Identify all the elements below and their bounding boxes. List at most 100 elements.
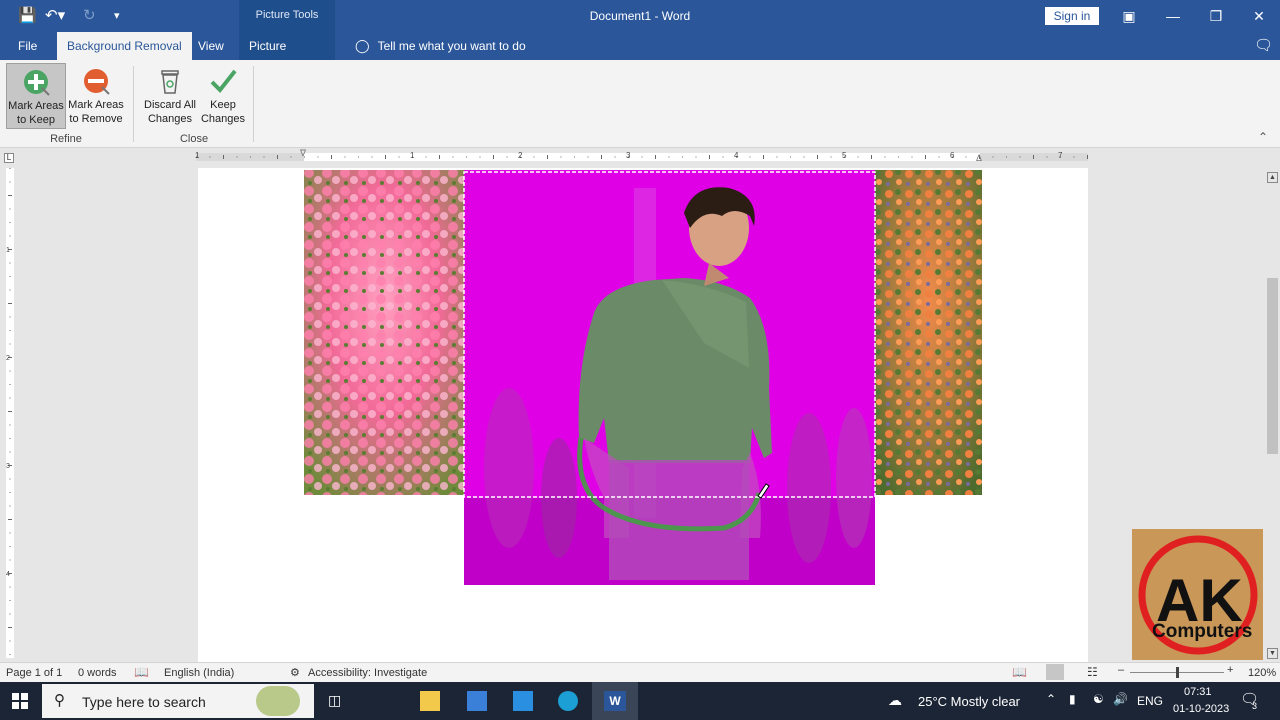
store-icon[interactable]: [467, 691, 487, 711]
proofing-icon[interactable]: 📖: [134, 665, 149, 679]
edge-icon[interactable]: [558, 691, 578, 711]
ruler-tick: [290, 156, 292, 158]
ruler-tick: [8, 195, 12, 196]
customize-qat-icon[interactable]: ▾: [114, 9, 120, 22]
ruler-tick: [8, 357, 12, 358]
ruler-tick: [1087, 155, 1088, 159]
ruler-tick: [506, 156, 508, 158]
ruler-tick: [803, 156, 805, 158]
horizontal-ruler[interactable]: [196, 152, 1088, 162]
ruler-tick: [776, 156, 778, 158]
scroll-up-icon[interactable]: ▲: [1267, 172, 1278, 183]
search-icon: ⚲: [54, 692, 65, 709]
zoom-out-icon[interactable]: –: [1118, 664, 1124, 676]
keep-changes-button[interactable]: Keep Changes: [193, 63, 253, 129]
undo-icon[interactable]: ↶▾: [45, 6, 65, 24]
redo-icon[interactable]: ↻: [83, 6, 96, 24]
windows-start-icon[interactable]: [12, 693, 28, 709]
read-mode-icon[interactable]: 📖: [1012, 665, 1027, 679]
ruler-tick: [9, 262, 11, 264]
ruler-tick: [9, 316, 11, 318]
input-language[interactable]: ENG: [1137, 694, 1163, 708]
show-hidden-icons[interactable]: ⌃: [1046, 692, 1056, 706]
ribbon-display-options-icon[interactable]: ▣: [1118, 6, 1140, 26]
mark-areas-to-remove-button[interactable]: Mark Areas to Remove: [66, 63, 126, 129]
ruler-tick: [709, 155, 710, 159]
save-icon[interactable]: 💾: [18, 6, 37, 24]
group-separator: [253, 66, 254, 142]
ruler-tick: [601, 155, 602, 159]
minimize-button[interactable]: —: [1162, 6, 1184, 26]
ruler-tick: [9, 505, 11, 507]
ruler-tick: [1060, 156, 1061, 158]
ruler-tick: [398, 156, 400, 158]
file-explorer-icon[interactable]: [420, 691, 440, 711]
word-count[interactable]: 0 words: [78, 667, 117, 679]
tab-file[interactable]: File: [8, 32, 47, 60]
background-figure: [787, 413, 831, 563]
accessibility-status[interactable]: Accessibility: Investigate: [308, 667, 427, 679]
notification-count: 3: [1252, 701, 1258, 711]
discard-all-changes-button[interactable]: Discard All Changes: [140, 63, 200, 129]
clock-time[interactable]: 07:31: [1184, 686, 1212, 698]
scroll-down-icon[interactable]: ▼: [1267, 648, 1278, 659]
comments-icon[interactable]: 🗨: [1244, 32, 1280, 60]
group-label-refine: Refine: [50, 133, 82, 145]
ruler-tick: [1033, 155, 1034, 159]
page-count[interactable]: Page 1 of 1: [6, 667, 62, 679]
ruler-tick: [371, 156, 373, 158]
ruler-tick: [9, 532, 11, 534]
ruler-tick: [250, 156, 251, 158]
ruler-tick: [911, 156, 913, 158]
ruler-tick: [9, 613, 11, 615]
tab-view[interactable]: View: [188, 32, 234, 60]
zoom-in-icon[interactable]: +: [1227, 664, 1233, 676]
mail-icon[interactable]: [513, 691, 533, 711]
sign-in-button[interactable]: Sign in: [1045, 7, 1099, 25]
vertical-scrollbar[interactable]: ▲ ▼: [1265, 170, 1280, 662]
language-status[interactable]: English (India): [164, 667, 234, 679]
collapse-ribbon-icon[interactable]: ⌃: [1258, 130, 1268, 144]
volume-icon[interactable]: 🔊: [1113, 692, 1128, 706]
wifi-icon[interactable]: ☯: [1093, 692, 1104, 706]
print-layout-icon[interactable]: [1046, 664, 1064, 680]
ruler-tick: [1019, 156, 1021, 158]
ruler-tick: [533, 156, 535, 158]
tab-picture-format[interactable]: Picture Format: [239, 32, 335, 81]
mark-areas-to-keep-button[interactable]: Mark Areas to Keep: [6, 63, 66, 129]
accessibility-icon[interactable]: ⚙: [290, 666, 300, 679]
ruler-tick: [898, 156, 899, 158]
weather-text[interactable]: 25°C Mostly clear: [918, 694, 1020, 709]
ruler-tick: [560, 156, 562, 158]
zoom-thumb[interactable]: [1176, 667, 1179, 678]
trash-icon: [161, 70, 179, 94]
web-layout-icon[interactable]: ☷: [1087, 665, 1098, 679]
ruler-tick: [844, 156, 845, 158]
weather-icon[interactable]: ☁: [888, 692, 902, 709]
task-view-icon[interactable]: ◫: [328, 692, 341, 709]
ruler-tick: [695, 156, 697, 158]
clock-date[interactable]: 01-10-2023: [1173, 703, 1229, 715]
mark-remove-line1: Mark Areas: [68, 99, 124, 111]
maximize-button[interactable]: ❐: [1205, 6, 1227, 26]
ruler-tick: [9, 438, 11, 439]
ruler-tick: [385, 155, 386, 159]
tell-me-box[interactable]: ◯ Tell me what you want to do: [345, 32, 536, 60]
close-button[interactable]: ✕: [1248, 6, 1270, 26]
tab-selector[interactable]: L: [4, 153, 14, 163]
ruler-tick: [749, 156, 751, 158]
ruler-tick: [493, 155, 494, 159]
ruler-tick: [223, 155, 224, 159]
picture-background-removal[interactable]: [304, 168, 982, 586]
ruler-tick: [304, 156, 305, 158]
vertical-ruler[interactable]: [4, 168, 16, 658]
ruler-tick: [668, 156, 670, 158]
ruler-tick: [1073, 156, 1075, 158]
zoom-level[interactable]: 120%: [1248, 667, 1276, 679]
taskbar-search[interactable]: ⚲ Type here to search: [42, 684, 314, 718]
battery-icon[interactable]: ▮: [1069, 692, 1076, 706]
scroll-thumb[interactable]: [1267, 278, 1278, 454]
ruler-tick: [938, 156, 940, 158]
word-taskbar-button[interactable]: W: [592, 682, 638, 720]
tab-background-removal[interactable]: Background Removal: [57, 32, 192, 60]
